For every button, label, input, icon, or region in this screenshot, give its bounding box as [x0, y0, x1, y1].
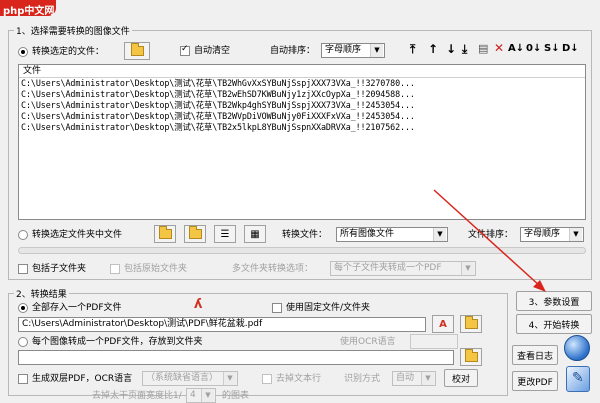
annotation-arrow	[433, 189, 546, 292]
